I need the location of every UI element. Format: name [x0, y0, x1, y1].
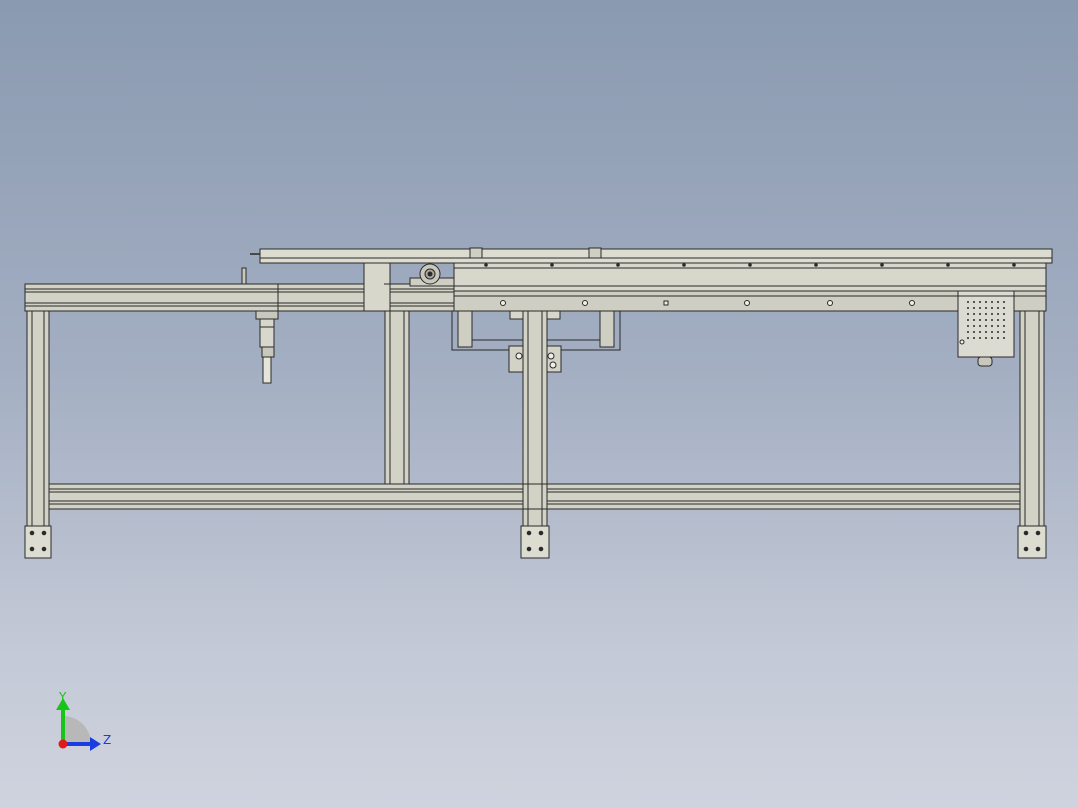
- y-axis-label: Y: [58, 690, 67, 704]
- coordinate-triad: Y Z: [56, 690, 111, 751]
- x-axis-origin-icon: [58, 739, 68, 749]
- z-arrowhead-icon: [90, 737, 101, 751]
- y-axis-arrow: [61, 706, 65, 744]
- conveyor-side-rail: [453, 262, 1047, 312]
- leg-center: [520, 310, 550, 559]
- cad-viewport[interactable]: Y Z: [0, 0, 1078, 808]
- conveyor-top-plate: [250, 247, 1053, 264]
- triad-quadrant: [63, 716, 91, 744]
- leg-inner: [384, 310, 410, 485]
- bottom-stretcher: [48, 483, 1021, 510]
- control-box: [957, 290, 1015, 367]
- drive-sprocket: [409, 263, 455, 287]
- leg-right: [1017, 310, 1047, 559]
- leg-left: [24, 310, 52, 559]
- conveyor-frame-drawing[interactable]: Y Z: [0, 0, 1078, 808]
- z-axis-label: Z: [103, 733, 111, 747]
